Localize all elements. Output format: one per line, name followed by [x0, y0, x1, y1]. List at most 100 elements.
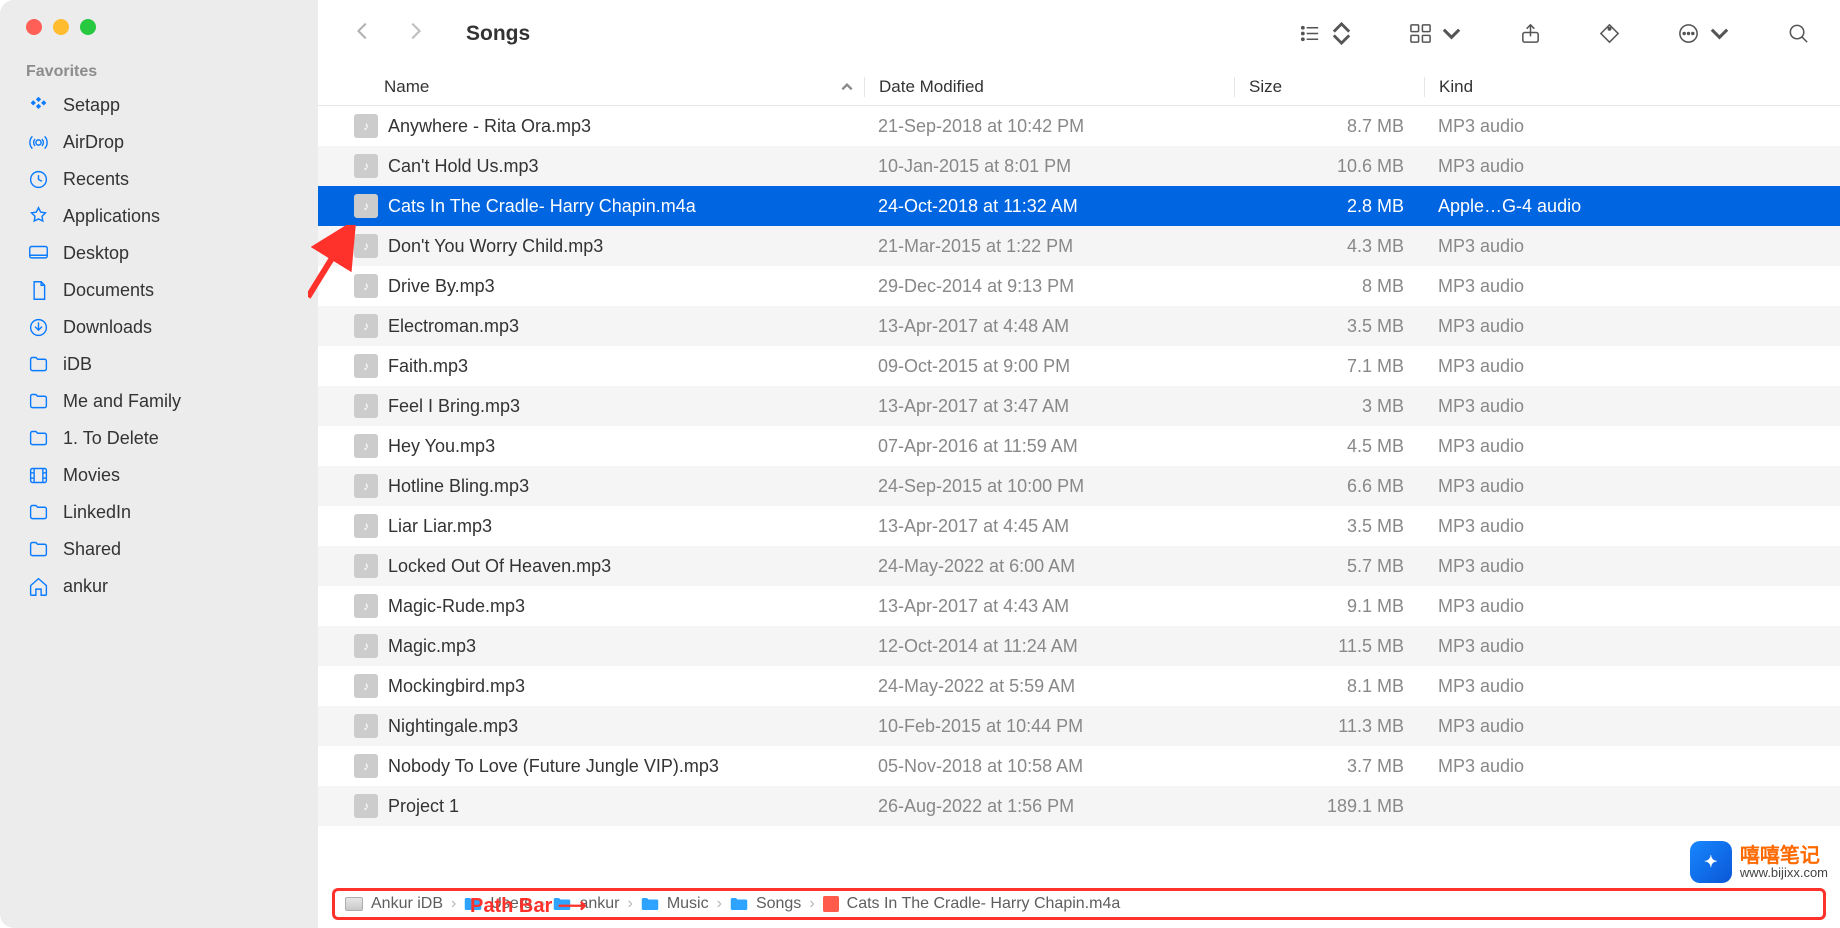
file-thumbnail-icon: ♪ [354, 234, 378, 258]
column-header-size[interactable]: Size [1234, 77, 1424, 97]
zoom-window-button[interactable] [80, 19, 96, 35]
sidebar-item-label: Setapp [63, 95, 120, 116]
file-row[interactable]: ♪Electroman.mp313-Apr-2017 at 4:48 AM3.5… [318, 306, 1840, 346]
main-panel: Songs Name Date Modified Size Kind ♪Anyw… [318, 0, 1840, 928]
minimize-window-button[interactable] [53, 19, 69, 35]
file-date: 24-May-2022 at 6:00 AM [864, 556, 1234, 577]
actions-button[interactable] [1677, 22, 1731, 45]
path-segment[interactable]: ankur [579, 895, 619, 913]
file-kind: MP3 audio [1424, 516, 1840, 537]
file-name: Cats In The Cradle- Harry Chapin.m4a [388, 196, 696, 217]
sidebar-item-setapp[interactable]: Setapp [0, 87, 318, 124]
forward-button[interactable] [404, 20, 426, 47]
watermark-logo-icon: ✦ [1690, 841, 1732, 883]
path-segment[interactable]: Users [490, 895, 532, 913]
file-size: 8.7 MB [1234, 116, 1424, 137]
tags-button[interactable] [1598, 22, 1621, 45]
file-row[interactable]: ♪Can't Hold Us.mp310-Jan-2015 at 8:01 PM… [318, 146, 1840, 186]
home-icon [28, 576, 49, 597]
toolbar: Songs [318, 0, 1840, 68]
file-row[interactable]: ♪Project 126-Aug-2022 at 1:56 PM189.1 MB [318, 786, 1840, 826]
sidebar-item-me-and-family[interactable]: Me and Family [0, 383, 318, 420]
sidebar-item-label: Me and Family [63, 391, 181, 412]
sidebar-item-recents[interactable]: Recents [0, 161, 318, 198]
file-row[interactable]: ♪Locked Out Of Heaven.mp324-May-2022 at … [318, 546, 1840, 586]
folder-icon [464, 897, 482, 911]
file-thumbnail-icon: ♪ [354, 674, 378, 698]
file-size: 8.1 MB [1234, 676, 1424, 697]
file-name: Drive By.mp3 [388, 276, 495, 297]
sidebar-section-label: Favorites [0, 63, 318, 87]
sidebar-item-shared[interactable]: Shared [0, 531, 318, 568]
share-button[interactable] [1519, 22, 1542, 45]
sidebar-item-idb[interactable]: iDB [0, 346, 318, 383]
sidebar-item-ankur[interactable]: ankur [0, 568, 318, 605]
file-name: Nobody To Love (Future Jungle VIP).mp3 [388, 756, 719, 777]
documents-icon [28, 280, 49, 301]
movies-icon [28, 465, 49, 486]
search-button[interactable] [1787, 22, 1810, 45]
file-size: 7.1 MB [1234, 356, 1424, 377]
file-kind: MP3 audio [1424, 476, 1840, 497]
sidebar-item-linkedin[interactable]: LinkedIn [0, 494, 318, 531]
file-kind: MP3 audio [1424, 356, 1840, 377]
view-list-button[interactable] [1299, 22, 1353, 45]
sidebar-item-label: Applications [63, 206, 160, 227]
file-date: 21-Sep-2018 at 10:42 PM [864, 116, 1234, 137]
sidebar-item-label: iDB [63, 354, 92, 375]
path-segment[interactable]: Ankur iDB [371, 895, 443, 913]
file-kind: MP3 audio [1424, 236, 1840, 257]
file-date: 13-Apr-2017 at 4:43 AM [864, 596, 1234, 617]
sidebar-item-documents[interactable]: Documents [0, 272, 318, 309]
file-name: Hey You.mp3 [388, 436, 495, 457]
file-row[interactable]: ♪Mockingbird.mp324-May-2022 at 5:59 AM8.… [318, 666, 1840, 706]
file-row[interactable]: ♪Feel I Bring.mp313-Apr-2017 at 3:47 AM3… [318, 386, 1840, 426]
file-date: 26-Aug-2022 at 1:56 PM [864, 796, 1234, 817]
path-bar[interactable]: Ankur iDB›Users›ankur›Music›Songs›Cats I… [332, 888, 1826, 920]
path-segment[interactable]: Music [667, 895, 709, 913]
back-button[interactable] [352, 20, 374, 47]
file-row[interactable]: ♪Cats In The Cradle- Harry Chapin.m4a24-… [318, 186, 1840, 226]
file-row[interactable]: ♪Magic-Rude.mp313-Apr-2017 at 4:43 AM9.1… [318, 586, 1840, 626]
file-date: 07-Apr-2016 at 11:59 AM [864, 436, 1234, 457]
file-row[interactable]: ♪Drive By.mp329-Dec-2014 at 9:13 PM8 MBM… [318, 266, 1840, 306]
sidebar-item-label: Downloads [63, 317, 152, 338]
close-window-button[interactable] [26, 19, 42, 35]
file-row[interactable]: ♪Hey You.mp307-Apr-2016 at 11:59 AM4.5 M… [318, 426, 1840, 466]
sidebar-item-1-to-delete[interactable]: 1. To Delete [0, 420, 318, 457]
file-thumbnail-icon: ♪ [354, 314, 378, 338]
sidebar-item-desktop[interactable]: Desktop [0, 235, 318, 272]
sidebar-item-label: Shared [63, 539, 121, 560]
file-row[interactable]: ♪Liar Liar.mp313-Apr-2017 at 4:45 AM3.5 … [318, 506, 1840, 546]
column-header-kind[interactable]: Kind [1424, 77, 1840, 97]
file-name: Nightingale.mp3 [388, 716, 518, 737]
file-name: Electroman.mp3 [388, 316, 519, 337]
file-row[interactable]: ♪Nightingale.mp310-Feb-2015 at 10:44 PM1… [318, 706, 1840, 746]
path-segment[interactable]: Songs [756, 895, 801, 913]
file-row[interactable]: ♪Magic.mp312-Oct-2014 at 11:24 AM11.5 MB… [318, 626, 1840, 666]
sidebar-item-movies[interactable]: Movies [0, 457, 318, 494]
file-thumbnail-icon: ♪ [354, 394, 378, 418]
file-row[interactable]: ♪Nobody To Love (Future Jungle VIP).mp30… [318, 746, 1840, 786]
file-row[interactable]: ♪Don't You Worry Child.mp321-Mar-2015 at… [318, 226, 1840, 266]
group-button[interactable] [1409, 22, 1463, 45]
file-row[interactable]: ♪Anywhere - Rita Ora.mp321-Sep-2018 at 1… [318, 106, 1840, 146]
column-header-name[interactable]: Name [318, 77, 864, 97]
file-date: 12-Oct-2014 at 11:24 AM [864, 636, 1234, 657]
path-segment[interactable]: Cats In The Cradle- Harry Chapin.m4a [847, 895, 1121, 913]
column-header-date[interactable]: Date Modified [864, 77, 1234, 97]
file-thumbnail-icon: ♪ [354, 354, 378, 378]
file-kind: MP3 audio [1424, 636, 1840, 657]
file-kind: Apple…G-4 audio [1424, 196, 1840, 217]
file-icon [823, 896, 839, 912]
sidebar-item-airdrop[interactable]: AirDrop [0, 124, 318, 161]
file-kind: MP3 audio [1424, 156, 1840, 177]
file-row[interactable]: ♪Hotline Bling.mp324-Sep-2015 at 10:00 P… [318, 466, 1840, 506]
sidebar-item-downloads[interactable]: Downloads [0, 309, 318, 346]
file-row[interactable]: ♪Faith.mp309-Oct-2015 at 9:00 PM7.1 MBMP… [318, 346, 1840, 386]
file-size: 3.5 MB [1234, 516, 1424, 537]
file-thumbnail-icon: ♪ [354, 754, 378, 778]
file-name: Liar Liar.mp3 [388, 516, 492, 537]
chevron-right-icon: › [717, 895, 722, 913]
sidebar-item-applications[interactable]: Applications [0, 198, 318, 235]
